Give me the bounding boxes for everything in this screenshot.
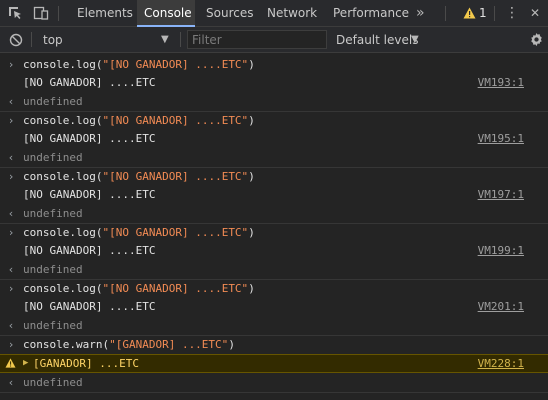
clear-console-icon[interactable]	[9, 33, 23, 47]
console-result-row: ‹ undefined	[0, 93, 548, 111]
console-result-row: ‹ undefined	[0, 261, 548, 279]
console-input-row[interactable]: › console.warn("[GANADOR] ...ETC")	[0, 336, 548, 354]
tab-console[interactable]: Console	[137, 0, 195, 27]
result-text: undefined	[23, 376, 83, 389]
toolbar-divider	[58, 6, 59, 21]
console-warning-row[interactable]: ▶ [GANADOR] ...ETC VM228:1	[0, 354, 548, 373]
console-input-row[interactable]: › console.log("[NO GANADOR] ....ETC")	[0, 280, 548, 298]
command-string: "[NO GANADOR] ....ETC"	[102, 58, 249, 71]
command-close: )	[248, 282, 255, 295]
context-selector[interactable]: top	[43, 27, 63, 53]
command-close: )	[228, 338, 235, 351]
log-output-text: [NO GANADOR] ....ETC	[23, 300, 156, 313]
console-result-row: ‹ undefined	[0, 374, 548, 392]
input-prompt-icon: ›	[7, 58, 15, 71]
input-prompt-icon: ›	[7, 114, 15, 127]
source-link[interactable]: VM197:1	[478, 186, 524, 204]
command-close: )	[248, 226, 255, 239]
close-icon[interactable]: ✕	[530, 0, 540, 27]
console-output: › console.log("[NO GANADOR] ....ETC") [N…	[0, 56, 548, 400]
toolbar-divider	[494, 6, 495, 21]
console-log-row: [NO GANADOR] ....ETC VM201:1	[0, 298, 548, 316]
result-arrow-icon: ‹	[7, 95, 15, 108]
input-prompt-icon: ›	[7, 338, 15, 351]
command-close: )	[248, 58, 255, 71]
command-string: "[NO GANADOR] ....ETC"	[102, 282, 249, 295]
result-text: undefined	[23, 319, 83, 332]
console-input-row[interactable]: › console.log("[NO GANADOR] ....ETC")	[0, 56, 548, 74]
command-string: "[GANADOR] ...ETC"	[109, 338, 229, 351]
result-arrow-icon: ‹	[7, 151, 15, 164]
command-close: )	[248, 170, 255, 183]
more-tabs-button[interactable]: »	[416, 0, 425, 27]
command-string: "[NO GANADOR] ....ETC"	[102, 114, 249, 127]
command-function: console.warn(	[23, 338, 110, 351]
tab-elements[interactable]: Elements	[77, 0, 133, 27]
settings-gear-icon[interactable]	[529, 32, 544, 47]
console-result-row: ‹ undefined	[0, 205, 548, 223]
warning-count[interactable]: 1	[479, 0, 487, 27]
log-output-text: [NO GANADOR] ....ETC	[23, 76, 156, 89]
command-function: console.log(	[23, 170, 103, 183]
command-function: console.log(	[23, 282, 103, 295]
source-link[interactable]: VM228:1	[478, 355, 524, 372]
inspect-element-icon[interactable]	[7, 5, 23, 21]
tab-sources[interactable]: Sources	[206, 0, 253, 27]
devtools-tabbar: Elements Console Sources Network Perform…	[0, 0, 548, 27]
command-function: console.log(	[23, 226, 103, 239]
warning-output-text: [GANADOR] ...ETC	[33, 357, 139, 370]
log-output-text: [NO GANADOR] ....ETC	[23, 188, 156, 201]
filter-input[interactable]	[187, 30, 327, 49]
tab-network[interactable]: Network	[267, 0, 317, 27]
row-divider	[0, 392, 548, 393]
console-log-row: [NO GANADOR] ....ETC VM195:1	[0, 130, 548, 148]
result-arrow-icon: ‹	[7, 376, 15, 389]
kebab-menu-icon[interactable]: ⋮	[505, 0, 519, 27]
log-levels-dropdown[interactable]: Default levels	[336, 27, 418, 53]
console-filterbar: top ▼ Default levels ▼	[0, 27, 548, 53]
result-arrow-icon: ‹	[7, 207, 15, 220]
tab-performance[interactable]: Performance	[333, 0, 409, 27]
filterbar-divider	[31, 32, 32, 47]
expand-triangle-icon[interactable]: ▶	[23, 355, 28, 372]
result-text: undefined	[23, 207, 83, 220]
result-text: undefined	[23, 263, 83, 276]
log-output-text: [NO GANADOR] ....ETC	[23, 244, 156, 257]
result-arrow-icon: ‹	[7, 263, 15, 276]
device-toolbar-icon[interactable]	[33, 5, 49, 21]
console-result-row: ‹ undefined	[0, 149, 548, 167]
input-prompt-icon: ›	[7, 170, 15, 183]
source-link[interactable]: VM201:1	[478, 298, 524, 316]
warning-icon[interactable]	[463, 7, 476, 19]
console-log-row: [NO GANADOR] ....ETC VM193:1	[0, 74, 548, 92]
source-link[interactable]: VM195:1	[478, 130, 524, 148]
context-dropdown-icon[interactable]: ▼	[161, 27, 169, 53]
source-link[interactable]: VM193:1	[478, 74, 524, 92]
levels-dropdown-icon[interactable]: ▼	[411, 27, 419, 53]
console-input-row[interactable]: › console.log("[NO GANADOR] ....ETC")	[0, 168, 548, 186]
console-input-row[interactable]: › console.log("[NO GANADOR] ....ETC")	[0, 224, 548, 242]
command-close: )	[248, 114, 255, 127]
console-result-row: ‹ undefined	[0, 317, 548, 335]
console-log-row: [NO GANADOR] ....ETC VM199:1	[0, 242, 548, 260]
command-function: console.log(	[23, 114, 103, 127]
result-text: undefined	[23, 151, 83, 164]
command-string: "[NO GANADOR] ....ETC"	[102, 170, 249, 183]
filterbar-divider	[180, 32, 181, 47]
source-link[interactable]: VM199:1	[478, 242, 524, 260]
log-output-text: [NO GANADOR] ....ETC	[23, 132, 156, 145]
result-arrow-icon: ‹	[7, 319, 15, 332]
warning-icon	[5, 358, 16, 368]
command-string: "[NO GANADOR] ....ETC"	[102, 226, 249, 239]
console-log-row: [NO GANADOR] ....ETC VM197:1	[0, 186, 548, 204]
input-prompt-icon: ›	[7, 282, 15, 295]
input-prompt-icon: ›	[7, 226, 15, 239]
result-text: undefined	[23, 95, 83, 108]
console-input-row[interactable]: › console.log("[NO GANADOR] ....ETC")	[0, 112, 548, 130]
command-function: console.log(	[23, 58, 103, 71]
toolbar-divider	[445, 6, 446, 21]
